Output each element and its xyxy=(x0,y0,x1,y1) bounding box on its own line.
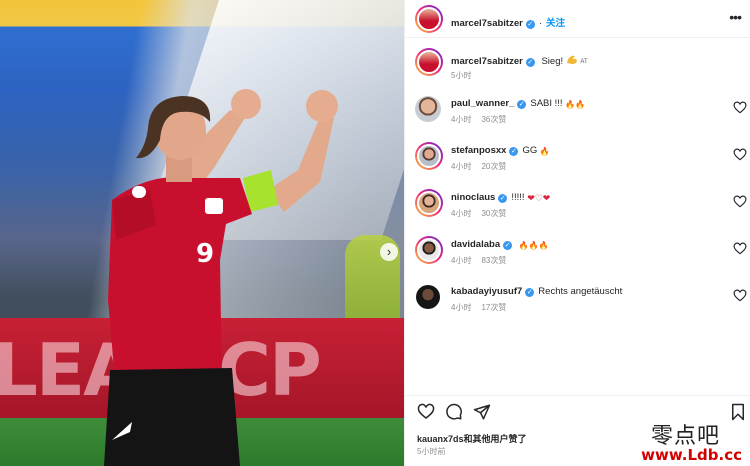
commenter-avatar[interactable] xyxy=(416,285,440,309)
comment-text: Rechts angetäuscht xyxy=(538,286,623,297)
comment-likes[interactable]: 17次赞 xyxy=(481,303,506,312)
verified-icon: ✓ xyxy=(517,100,527,109)
fire-icon: 🔥 xyxy=(539,147,550,156)
commenter-username[interactable]: stefanposxx xyxy=(451,145,506,156)
commenter-avatar[interactable] xyxy=(415,236,443,264)
comment-text: GG xyxy=(522,145,538,156)
hearts-icon: ❤♡❤ xyxy=(527,193,551,203)
verified-icon: ✓ xyxy=(498,194,508,203)
verified-icon: ✓ xyxy=(509,147,519,156)
austria-flag-icon: AT xyxy=(580,59,588,65)
caption-time: 5小时 xyxy=(451,71,472,80)
author-avatar[interactable] xyxy=(415,5,443,33)
post-side-panel: marcel7sabitzer ✓ · 关注 ••• marcel7sabitzer ✓… xyxy=(404,0,750,466)
flexed-biceps-icon xyxy=(566,54,578,68)
next-photo-button[interactable]: › xyxy=(380,243,398,261)
verified-icon: ✓ xyxy=(525,58,535,67)
comment-time: 4小时 xyxy=(451,162,472,171)
comment-text: SABI !!! xyxy=(530,98,563,109)
player-figure: 9 xyxy=(104,89,338,466)
separator-dot: · xyxy=(538,18,542,29)
share-icon[interactable] xyxy=(473,403,491,421)
comment-row: paul_wanner_ ✓ SABI !!! 🔥🔥 4小时 36次赞 xyxy=(405,93,750,137)
post-photo[interactable]: LEAN CP 9 › xyxy=(0,0,404,466)
commenter-username[interactable]: ninoclaus xyxy=(451,192,495,203)
heart-icon[interactable] xyxy=(733,195,747,209)
post-caption: marcel7sabitzer ✓ Sieg! AT 5小时 xyxy=(405,46,750,90)
comment-likes[interactable]: 83次赞 xyxy=(481,256,506,265)
commenter-username[interactable]: kabadayiyusuf7 xyxy=(451,286,522,297)
comment-time: 4小时 xyxy=(451,256,472,265)
comment-likes[interactable]: 30次赞 xyxy=(481,209,506,218)
post-timestamp: 5小时前 xyxy=(417,447,446,456)
like-icon[interactable] xyxy=(417,403,435,421)
comment-row: stefanposxx ✓ GG 🔥 4小时 20次赞 xyxy=(405,140,750,184)
comment-icon[interactable] xyxy=(445,403,463,421)
comment-text: !!!!! xyxy=(511,192,525,203)
heart-icon[interactable] xyxy=(733,101,747,115)
verified-icon: ✓ xyxy=(525,20,535,29)
comment-likes[interactable]: 20次赞 xyxy=(481,162,506,171)
watermark-url: www.Ldb.cc xyxy=(641,446,742,464)
comment-likes[interactable]: 36次赞 xyxy=(481,115,506,124)
comment-time: 4小时 xyxy=(451,303,472,312)
svg-text:9: 9 xyxy=(196,239,214,269)
caption-avatar[interactable] xyxy=(415,48,443,76)
more-options-icon[interactable]: ••• xyxy=(729,10,742,24)
liked-by-text[interactable]: kauanx7ds和其他用户赞了 xyxy=(417,432,527,445)
save-icon[interactable] xyxy=(729,403,747,421)
verified-icon: ✓ xyxy=(525,288,535,297)
verified-icon: ✓ xyxy=(503,241,513,250)
heart-icon[interactable] xyxy=(733,289,747,303)
fire-icon: 🔥🔥🔥 xyxy=(518,241,549,250)
commenter-avatar[interactable] xyxy=(415,189,443,217)
follow-button[interactable]: 关注 xyxy=(546,18,565,29)
commenter-username[interactable]: paul_wanner_ xyxy=(451,98,514,109)
fire-icon: 🔥🔥 xyxy=(565,100,586,109)
caption-text: Sieg! xyxy=(541,56,564,67)
heart-icon[interactable] xyxy=(733,242,747,256)
comment-time: 4小时 xyxy=(451,115,472,124)
commenter-username[interactable]: davidalaba xyxy=(451,239,500,250)
commenter-avatar[interactable] xyxy=(415,142,443,170)
comment-time: 4小时 xyxy=(451,209,472,218)
author-username[interactable]: marcel7sabitzer xyxy=(451,18,523,29)
heart-icon[interactable] xyxy=(733,148,747,162)
caption-username[interactable]: marcel7sabitzer xyxy=(451,56,523,67)
comment-row: ninoclaus ✓!!!!! ❤♡❤ 4小时 30次赞 xyxy=(405,187,750,231)
commenter-avatar[interactable] xyxy=(415,96,441,122)
comment-row: kabadayiyusuf7 ✓ Rechts angetäuscht 4小时 17次… xyxy=(405,281,750,325)
post-header: marcel7sabitzer ✓ · 关注 ••• xyxy=(405,0,750,38)
comment-row: davidalaba ✓ 🔥🔥🔥 4小时 83次赞 xyxy=(405,234,750,278)
